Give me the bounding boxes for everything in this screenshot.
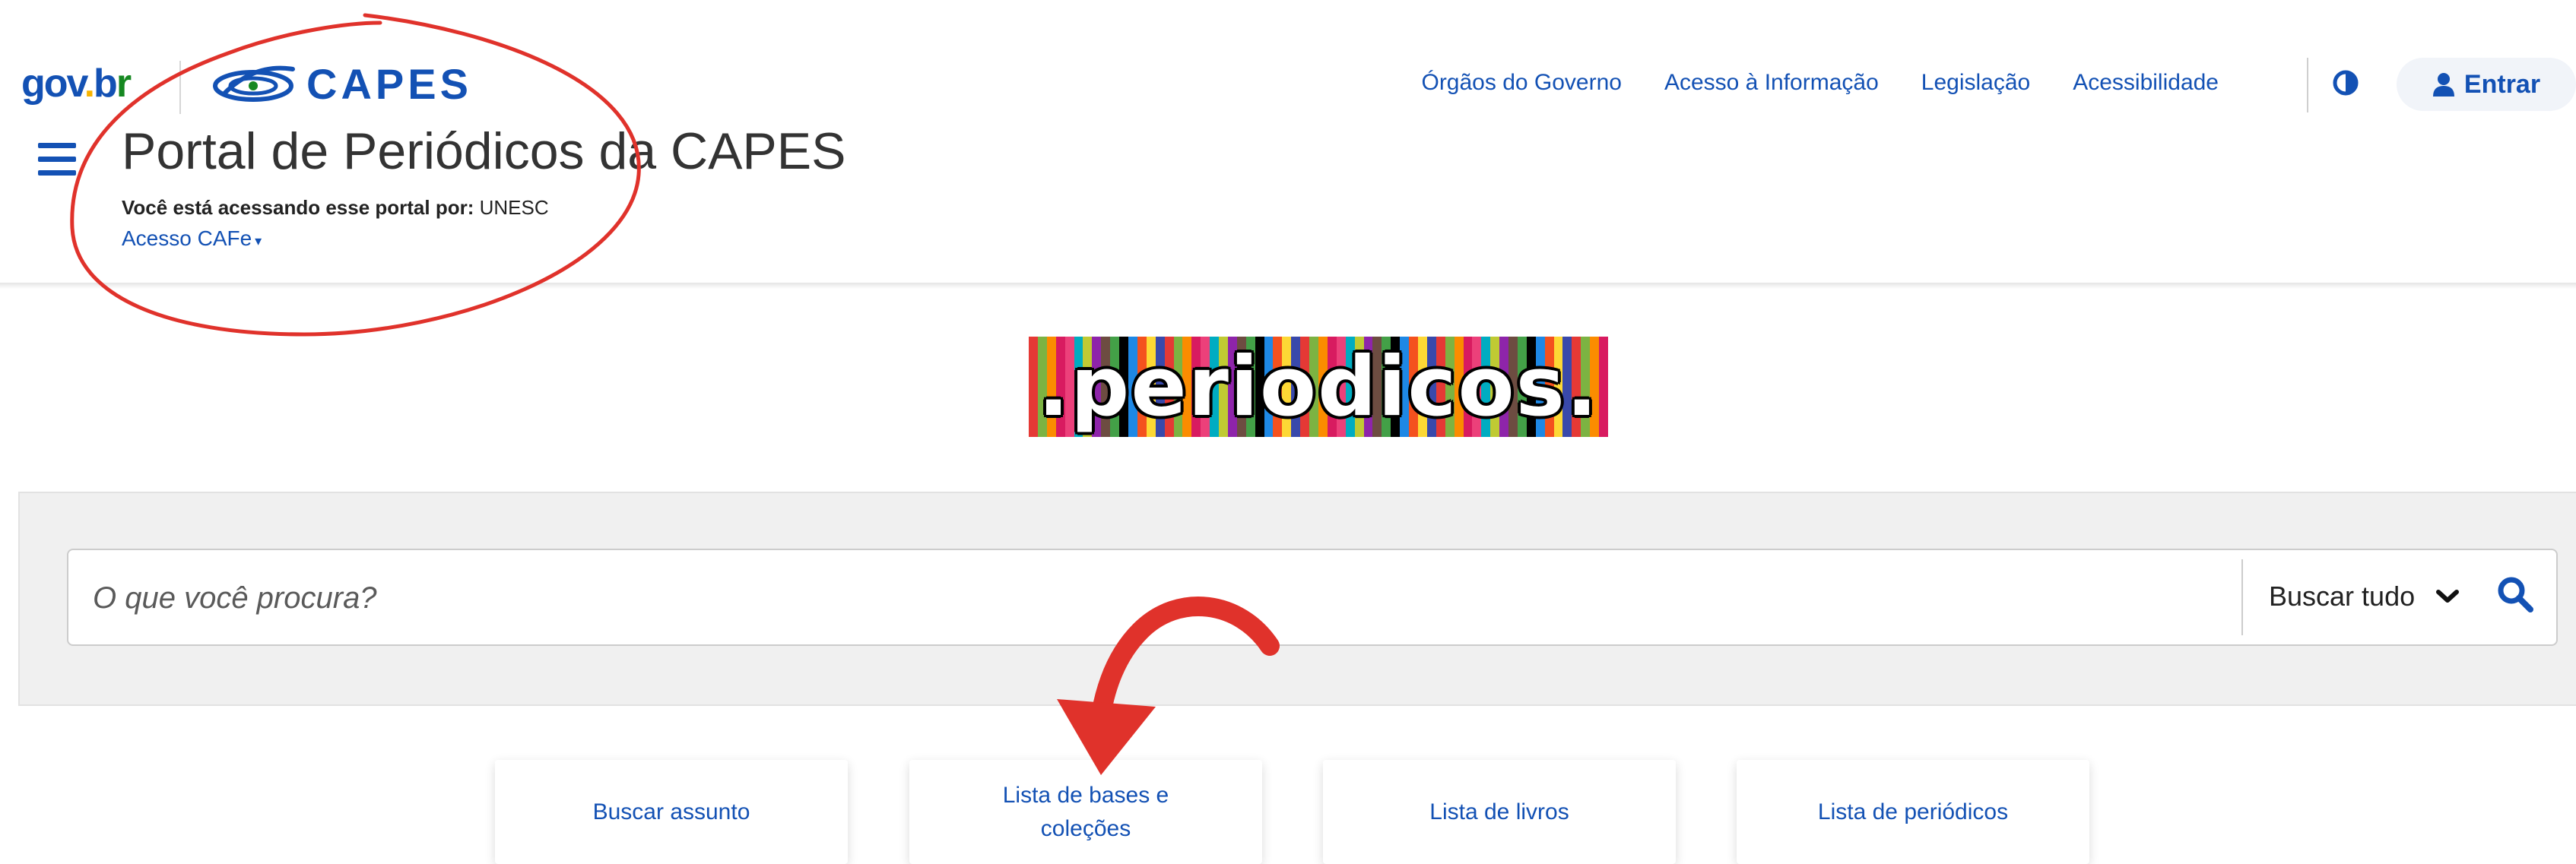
chevron-down-icon (2436, 590, 2460, 603)
page-title: Portal de Periódicos da CAPES (122, 122, 846, 180)
govbr-logo[interactable]: gov.br (21, 61, 132, 106)
access-institution: UNESC (479, 196, 549, 219)
search-scope-select[interactable]: Buscar tudo (2269, 581, 2460, 612)
cafe-access-link[interactable]: Acesso CAFe ▾ (122, 226, 262, 251)
nav-link-orgaos[interactable]: Órgãos do Governo (1421, 70, 1621, 96)
nav-link-acessibilidade[interactable]: Acessibilidade (2073, 70, 2219, 96)
contrast-icon[interactable] (2333, 70, 2359, 96)
cafe-link-label: Acesso CAFe (122, 226, 252, 250)
banner-word: .periodicos. (1038, 339, 1599, 435)
card-lista-bases-colecoes[interactable]: Lista de bases e coleções (909, 760, 1262, 864)
card-label: Lista de livros (1429, 799, 1569, 824)
govbr-logo-r: r (116, 62, 132, 106)
user-icon (2432, 73, 2454, 97)
nav-link-legislacao[interactable]: Legislação (1921, 70, 2030, 96)
nav-link-acesso-informacao[interactable]: Acesso à Informação (1664, 70, 1879, 96)
access-prefix: Você está acessando esse portal por: (122, 196, 474, 219)
logo-divider (179, 61, 181, 114)
search-separator (2241, 559, 2243, 635)
govbr-logo-dot: . (84, 62, 96, 106)
card-lista-periodicos[interactable]: Lista de periódicos (1737, 760, 2089, 864)
nav-divider (2307, 58, 2308, 112)
capes-emblem-icon (213, 65, 295, 102)
periodicos-logo-banner: .periodicos. (1029, 337, 1608, 437)
capes-logo-text: CAPES (306, 60, 472, 108)
login-label: Entrar (2463, 69, 2541, 99)
card-lista-livros[interactable]: Lista de livros (1323, 760, 1676, 864)
card-label: Buscar assunto (592, 799, 750, 824)
search-input[interactable] (91, 570, 2147, 626)
header-shadow (0, 283, 2576, 289)
login-button[interactable]: Entrar (2397, 58, 2576, 111)
search-scope-label: Buscar tudo (2269, 581, 2416, 612)
card-buscar-assunto[interactable]: Buscar assunto (495, 760, 848, 864)
top-nav: Órgãos do Governo Acesso à Informação Le… (1421, 70, 2219, 96)
govbr-logo-gov: gov (21, 62, 86, 106)
card-label: Lista de periódicos (1817, 799, 2009, 824)
hamburger-menu-icon[interactable] (38, 143, 76, 176)
capes-logo[interactable]: CAPES (209, 59, 472, 109)
search-icon[interactable] (2495, 574, 2535, 614)
access-info: Você está acessando esse portal por: UNE… (122, 196, 549, 220)
card-label: Lista de bases e coleções (1002, 782, 1169, 841)
govbr-logo-b: b (94, 62, 118, 106)
caret-down-icon: ▾ (255, 233, 262, 248)
